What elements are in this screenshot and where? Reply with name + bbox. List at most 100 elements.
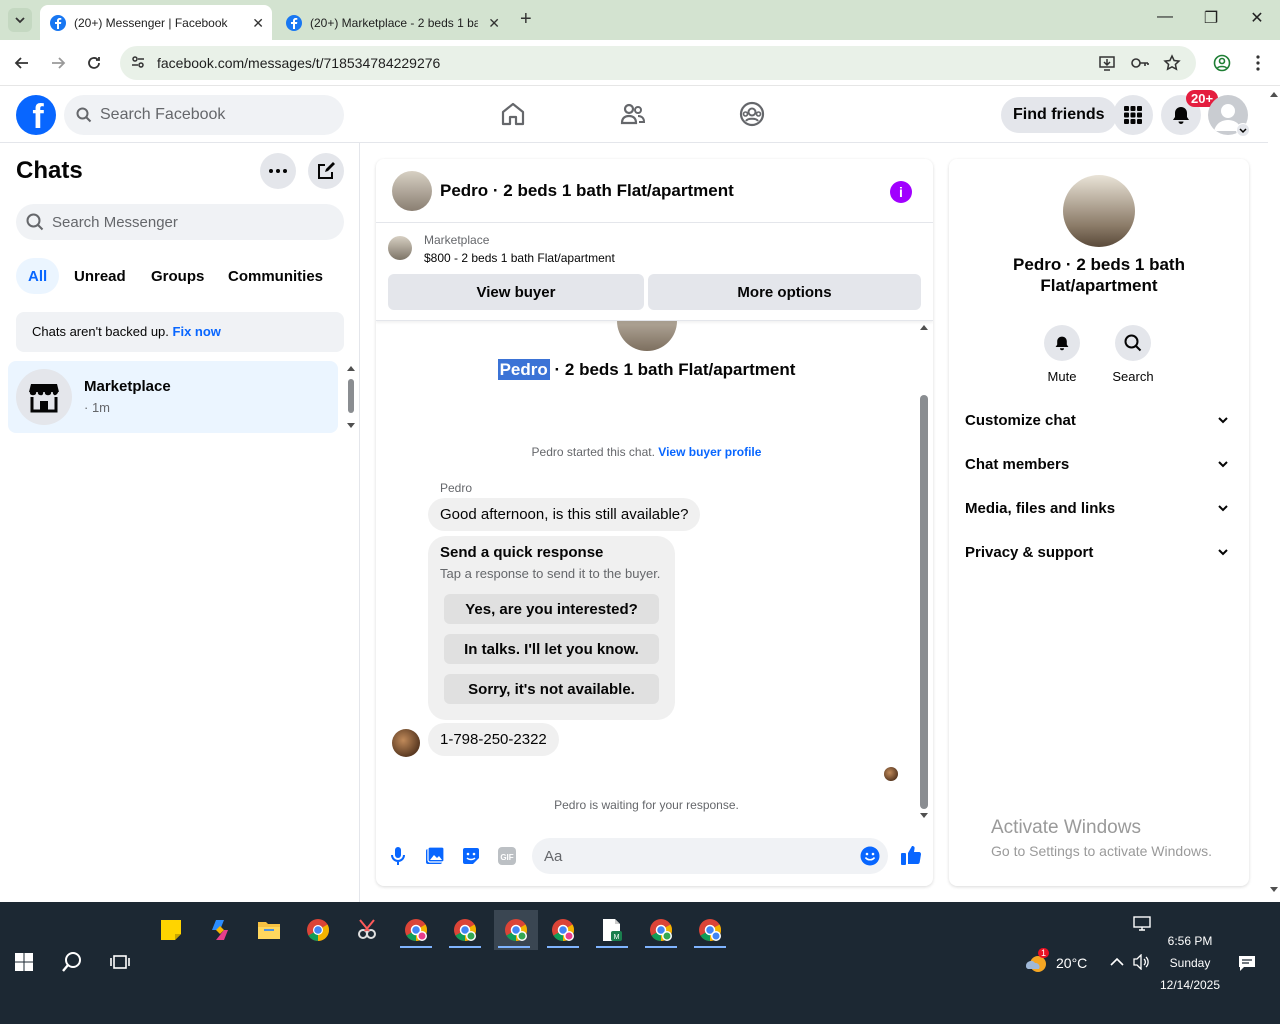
window-close-button[interactable]: ✕ [1242,8,1272,28]
clock-date[interactable]: 12/14/2025 [1155,978,1225,992]
tray-chevron-up-icon[interactable] [1110,957,1124,967]
new-tab-button[interactable]: + [520,9,532,29]
media-files-links-section[interactable]: Media, files and links [965,500,1233,528]
chats-options-button[interactable] [260,153,296,189]
forward-button[interactable] [47,52,69,74]
account-chevron-icon[interactable] [1236,123,1250,137]
fix-now-link[interactable]: Fix now [173,324,221,339]
tab-close-icon[interactable]: ✕ [252,15,264,32]
back-button[interactable] [11,52,33,74]
thumbs-up-icon[interactable] [900,844,922,866]
message-bubble[interactable]: Good afternoon, is this still available? [428,498,701,531]
snipping-tool-app[interactable] [347,910,387,950]
notification-center-icon[interactable] [1238,954,1256,972]
emoji-icon[interactable] [860,846,880,866]
volume-icon[interactable] [1132,954,1152,970]
conversation-title[interactable]: Pedro · 2 beds 1 bath Flat/apartment [440,181,734,201]
more-options-button[interactable]: More options [648,274,921,310]
chrome-profile-window[interactable] [690,910,730,950]
privacy-support-section[interactable]: Privacy & support [965,544,1233,572]
copilot-app[interactable] [200,910,240,950]
filter-groups[interactable]: Groups [139,258,216,294]
quick-reply-button[interactable]: Sorry, it's not available. [444,674,659,704]
url-text[interactable]: facebook.com/messages/t/718534784229276 [157,55,440,71]
chevron-down-icon [1218,461,1228,468]
svg-text:GIF: GIF [500,853,513,862]
chat-list-item[interactable]: Marketplace · 1m [8,361,338,433]
conversation-avatar[interactable] [392,171,432,211]
sticky-notes-app[interactable] [151,910,191,950]
home-icon[interactable] [500,101,526,127]
customize-chat-section[interactable]: Customize chat [965,412,1233,440]
filter-all[interactable]: All [16,258,60,294]
microphone-icon[interactable] [390,846,406,866]
search-action[interactable]: Search [1108,325,1158,384]
tab-search-button[interactable] [8,8,32,32]
profile-button[interactable] [1211,52,1233,74]
messenger-search-input[interactable] [52,204,332,240]
task-view-button[interactable] [100,942,140,982]
restore-button[interactable]: ❐ [1196,8,1226,28]
view-buyer-profile-link[interactable]: View buyer profile [658,445,761,459]
facebook-search[interactable] [64,95,344,135]
minimize-button[interactable]: — [1150,8,1180,26]
facebook-logo[interactable]: f [16,95,56,135]
clock-time[interactable]: 6:56 PM [1160,934,1220,948]
desktop-icon[interactable] [1133,916,1151,932]
message-input-box[interactable] [532,838,888,874]
quick-response-card: Send a quick response Tap a response to … [428,536,675,720]
filter-communities[interactable]: Communities [216,258,335,294]
facebook-search-input[interactable] [100,95,330,135]
taskbar-search-button[interactable] [52,942,92,982]
groups-icon[interactable] [739,101,765,127]
find-friends-button[interactable]: Find friends [1001,97,1117,133]
key-icon [1131,58,1149,68]
menu-button[interactable] [1113,95,1153,135]
sticker-icon[interactable] [461,846,481,866]
new-message-button[interactable] [308,153,344,189]
browser-menu-button[interactable] [1247,52,1269,74]
info-icon[interactable]: i [890,181,912,203]
tab-close-icon[interactable]: ✕ [488,15,500,32]
details-avatar[interactable] [1063,175,1135,247]
photo-icon[interactable] [425,846,445,866]
file-explorer-app[interactable] [249,910,289,950]
messenger-search[interactable] [16,204,344,240]
install-app-icon [1099,56,1115,71]
address-bar[interactable]: facebook.com/messages/t/718534784229276 [120,46,1196,80]
start-button[interactable] [4,942,44,982]
chat-members-section[interactable]: Chat members [965,456,1233,484]
quick-reply-button[interactable]: Yes, are you interested? [444,594,659,624]
clock-day[interactable]: Sunday [1160,956,1220,970]
sender-avatar[interactable] [392,729,420,757]
chrome-profile-window[interactable] [445,910,485,950]
reload-button[interactable] [83,52,105,74]
friends-icon[interactable] [620,101,646,127]
tab-marketplace[interactable]: (20+) Marketplace - 2 beds 1 ba ✕ [276,5,508,40]
filter-unread[interactable]: Unread [62,258,138,294]
tab-messenger[interactable]: (20+) Messenger | Facebook ✕ [40,5,272,40]
profile-icon [1213,54,1231,72]
weather-temp[interactable]: 20°C [1056,955,1087,971]
conversation-details-panel: Pedro · 2 beds 1 bath Flat/apartment Mut… [949,159,1249,886]
mute-action[interactable]: Mute [1037,325,1087,384]
chrome-profile-window-active[interactable] [494,910,538,950]
document-app-window[interactable]: M [592,910,632,950]
hero-name-highlight: Pedro [497,359,550,380]
view-buyer-button[interactable]: View buyer [388,274,644,310]
page-scrollbar[interactable] [1268,87,1280,902]
weather-widget[interactable]: 1 [1024,948,1054,976]
chrome-profile-window[interactable] [641,910,681,950]
gif-icon[interactable]: GIF [497,846,517,866]
sidebar-scrollbar[interactable] [346,365,356,429]
listing-description[interactable]: $800 - 2 beds 1 bath Flat/apartment [424,251,615,265]
message-input[interactable] [544,838,844,874]
message-bubble[interactable]: 1-798-250-2322 [428,723,559,756]
chrome-app[interactable] [298,910,338,950]
conversation-scrollbar[interactable] [917,321,931,821]
chrome-profile-window[interactable] [396,910,436,950]
listing-thumbnail[interactable] [388,236,412,260]
chrome-profile-window[interactable] [543,910,583,950]
windows-taskbar: M 1 20°C 6:56 PM Sunday 12/14/2025 [0,902,1280,1024]
quick-reply-button[interactable]: In talks. I'll let you know. [444,634,659,664]
